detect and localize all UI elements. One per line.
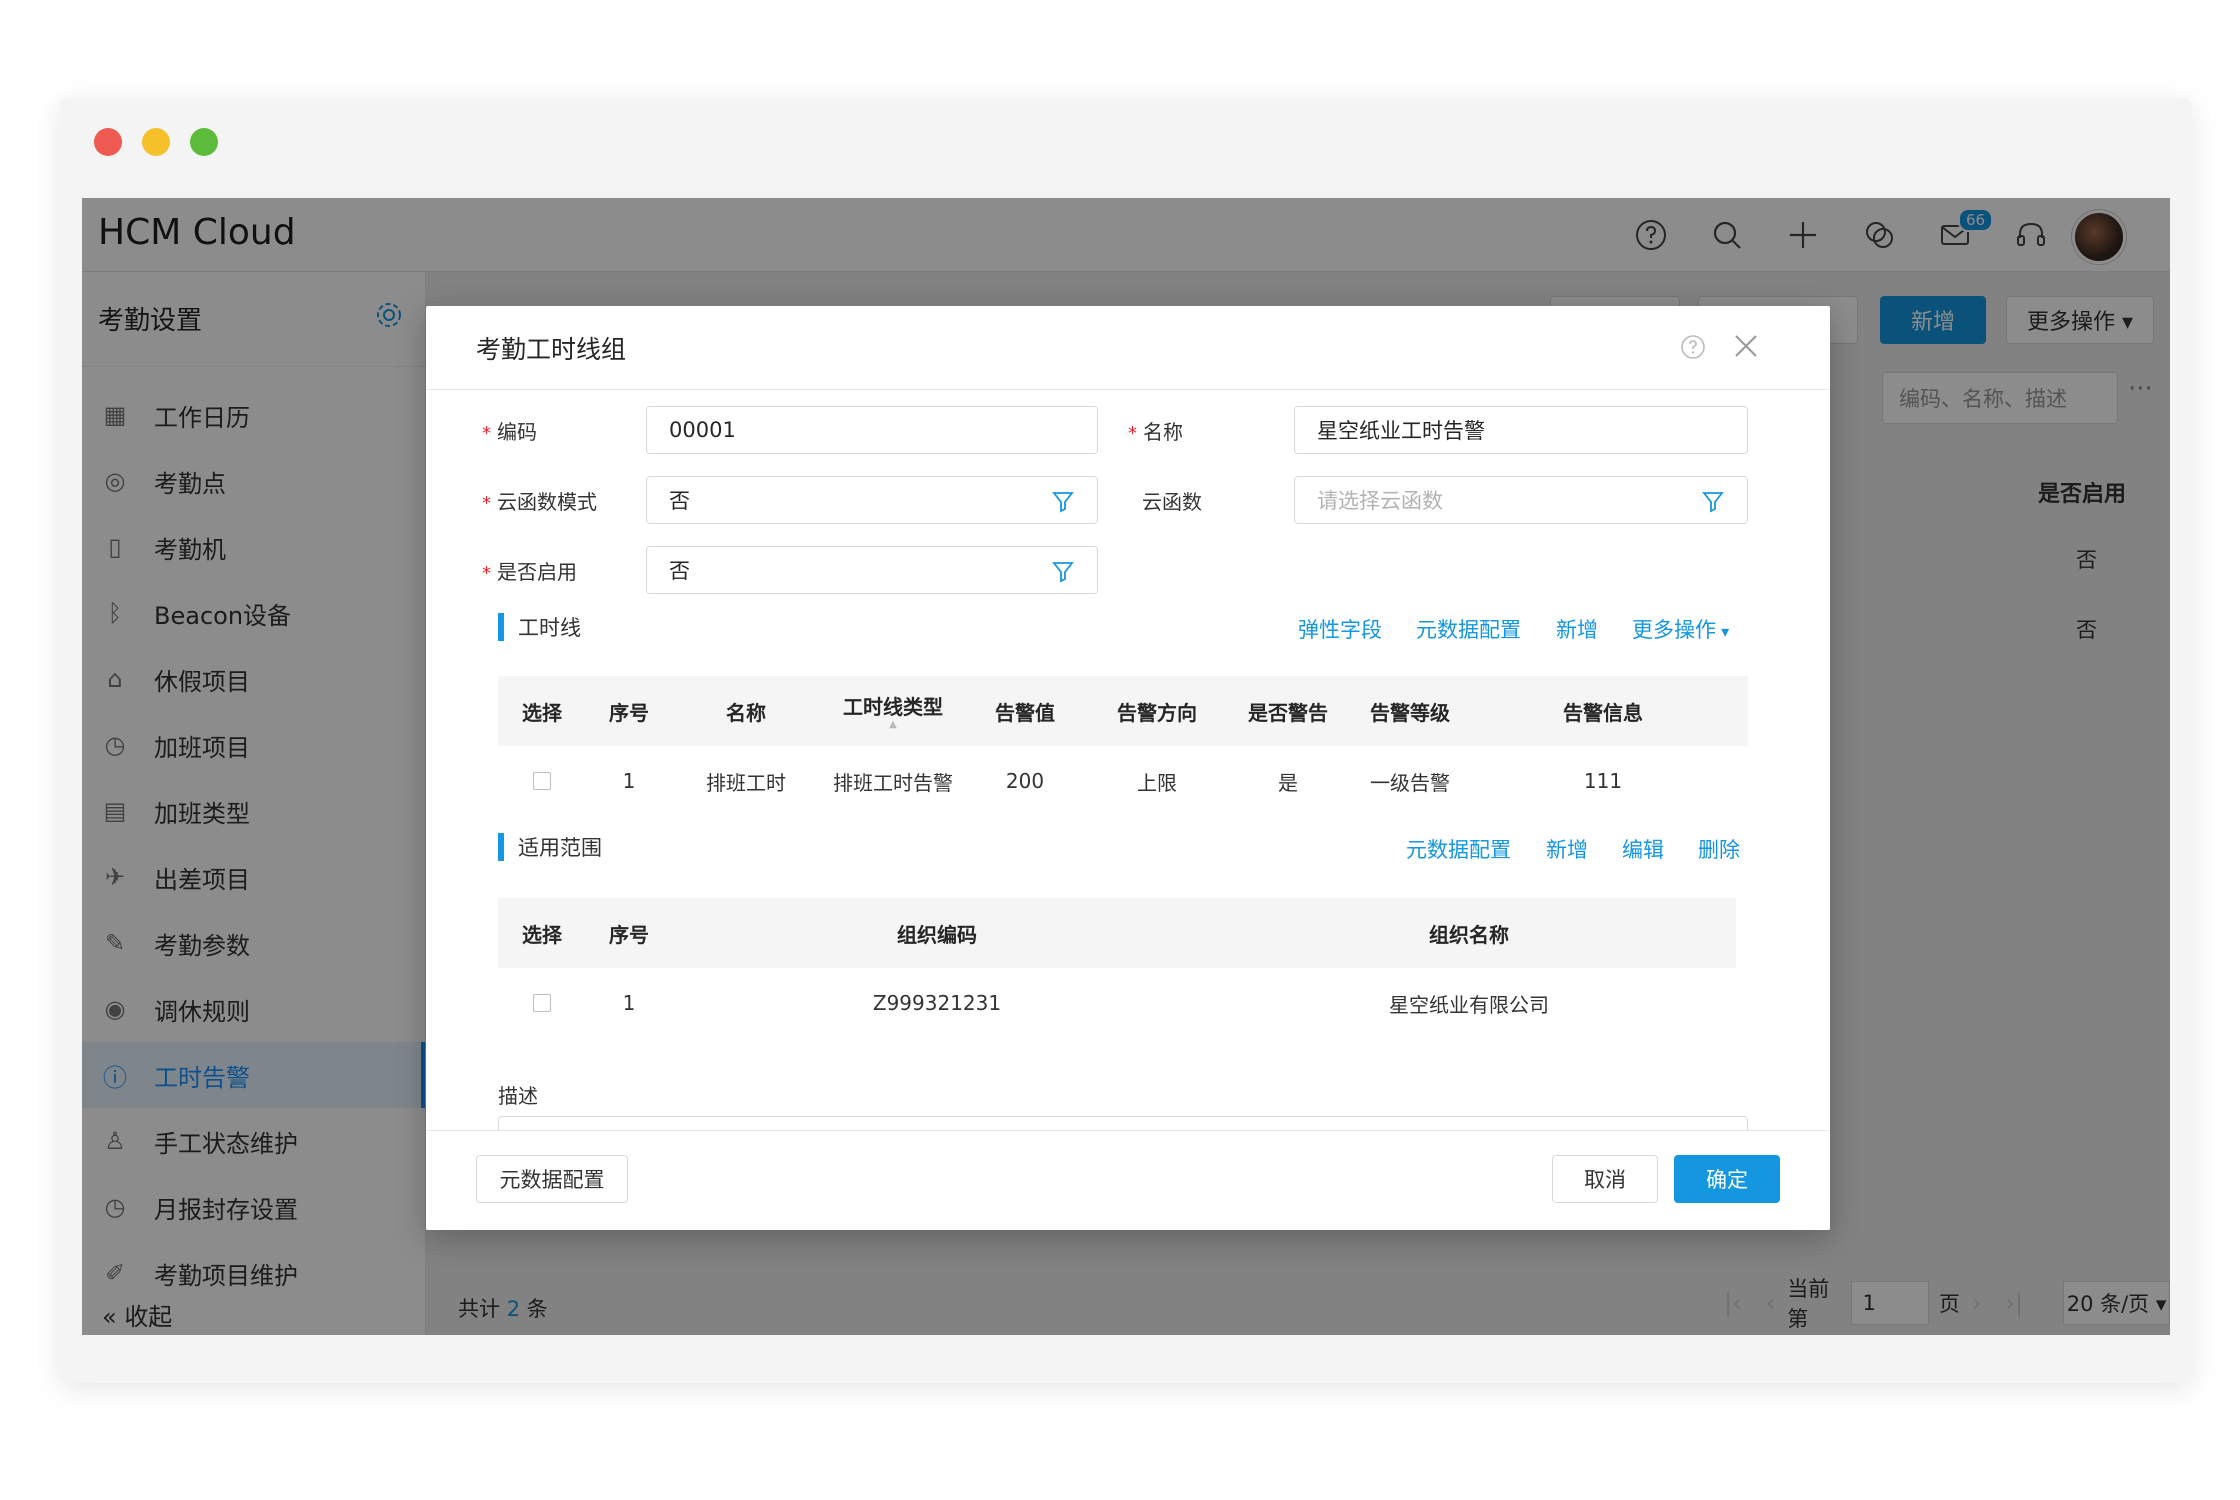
cloud-func-select[interactable]: 请选择云函数 <box>1294 476 1748 524</box>
row-checkbox[interactable] <box>533 772 551 790</box>
enabled-select[interactable]: 否 <box>646 546 1098 594</box>
enabled-value: 否 <box>669 559 690 583</box>
row-index: 1 <box>622 769 636 793</box>
col-alert-info: 告警信息 <box>1563 700 1643 725</box>
col-org-name: 组织名称 <box>1429 922 1509 947</box>
filter-icon[interactable] <box>1701 489 1725 513</box>
confirm-button[interactable]: 确定 <box>1674 1155 1780 1203</box>
scope-table: 选择 序号 组织编码 组织名称 1 Z999321231 星空纸业有限公司 <box>498 898 1736 1038</box>
code-input[interactable]: 00001 <box>646 406 1098 454</box>
filter-icon[interactable] <box>1051 489 1075 513</box>
col-select: 选择 <box>522 922 562 947</box>
cloud-mode-select[interactable]: 否 <box>646 476 1098 524</box>
row-level: 一级告警 <box>1370 770 1450 795</box>
worklines-table: 选择 序号 名称 工时线类型 ▲ 告警值 告警方向 是否警告 告警等级 告警信息 <box>498 676 1748 816</box>
description-textarea[interactable]: 1111 <box>498 1116 1748 1130</box>
row-org-name: 星空纸业有限公司 <box>1389 992 1549 1017</box>
name-input[interactable]: 星空纸业工时告警 <box>1294 406 1748 454</box>
cloud-mode-label-text: 云函数模式 <box>497 490 597 514</box>
code-value: 00001 <box>669 418 736 442</box>
name-label: * 名称 <box>1128 420 1183 444</box>
scope-section-title: 适用范围 <box>498 832 602 862</box>
scope-metadata-link[interactable]: 元数据配置 <box>1406 834 1511 864</box>
worklines-table-header: 选择 序号 名称 工时线类型 ▲ 告警值 告警方向 是否警告 告警等级 告警信息 <box>498 676 1748 746</box>
maximize-window-button[interactable] <box>190 128 218 156</box>
row-type: 排班工时告警 <box>833 770 953 795</box>
row-direction: 上限 <box>1137 770 1177 795</box>
app-viewport: HCM Cloud 66 考勤设置 ▦ 工作日历 ◎ 考勤点 ▯ 考勤机 ᛒ B… <box>82 198 2170 1335</box>
row-index: 1 <box>622 991 636 1015</box>
row-name: 排班工时 <box>706 770 786 795</box>
col-index: 序号 <box>609 700 649 725</box>
row-info: 111 <box>1583 769 1623 793</box>
flex-fields-link[interactable]: 弹性字段 <box>1298 614 1382 644</box>
sort-icon[interactable]: ▲ <box>820 719 966 730</box>
minimize-window-button[interactable] <box>142 128 170 156</box>
col-alert-level: 告警等级 <box>1370 700 1450 725</box>
col-workline-type-label: 工时线类型 <box>843 694 943 719</box>
col-index: 序号 <box>609 922 649 947</box>
modal-footer: 元数据配置 取消 确定 <box>426 1130 1830 1230</box>
row-org-code: Z999321231 <box>872 991 1002 1015</box>
worklines-add-link[interactable]: 新增 <box>1556 614 1598 644</box>
scope-add-link[interactable]: 新增 <box>1546 834 1588 864</box>
row-checkbox[interactable] <box>533 994 551 1012</box>
col-workline-type[interactable]: 工时线类型 ▲ <box>820 676 966 746</box>
row-warn: 是 <box>1278 770 1298 795</box>
workline-group-modal: 考勤工时线组 * 编码 00001 * 名称 星空纸业工时告警 * 云函数模式 否 云… <box>426 306 1830 1230</box>
worklines-metadata-link[interactable]: 元数据配置 <box>1416 614 1521 644</box>
scope-delete-link[interactable]: 删除 <box>1698 834 1740 864</box>
worklines-section-title: 工时线 <box>498 612 581 642</box>
col-is-warn: 是否警告 <box>1248 700 1328 725</box>
modal-title: 考勤工时线组 <box>476 335 627 364</box>
close-window-button[interactable] <box>94 128 122 156</box>
cancel-button[interactable]: 取消 <box>1552 1155 1658 1203</box>
col-alert-value: 告警值 <box>995 700 1055 725</box>
help-icon[interactable] <box>1680 334 1706 360</box>
cloud-func-label: 云函数 <box>1142 486 1202 515</box>
col-org-code: 组织编码 <box>897 922 977 947</box>
row-select-cell <box>498 746 586 816</box>
row-value: 200 <box>1005 769 1045 793</box>
enabled-label: * 是否启用 <box>482 560 577 584</box>
cloud-mode-label: * 云函数模式 <box>482 490 597 514</box>
cloud-func-placeholder: 请选择云函数 <box>1317 489 1443 513</box>
browser-window: HCM Cloud 66 考勤设置 ▦ 工作日历 ◎ 考勤点 ▯ 考勤机 ᛒ B… <box>60 98 2192 1383</box>
modal-body: * 编码 00001 * 名称 星空纸业工时告警 * 云函数模式 否 云函数 请选择云… <box>426 390 1830 1130</box>
scope-edit-link[interactable]: 编辑 <box>1622 834 1664 864</box>
col-name: 名称 <box>726 700 766 725</box>
cloud-mode-value: 否 <box>669 489 690 513</box>
filter-icon[interactable] <box>1051 559 1075 583</box>
enabled-label-text: 是否启用 <box>497 560 577 584</box>
code-label: * 编码 <box>482 420 537 444</box>
code-label-text: 编码 <box>497 420 537 444</box>
row-select-cell <box>498 968 586 1038</box>
metadata-config-button[interactable]: 元数据配置 <box>476 1155 628 1203</box>
cloud-func-label-text: 云函数 <box>1142 490 1202 514</box>
name-value: 星空纸业工时告警 <box>1317 419 1485 443</box>
col-select: 选择 <box>522 700 562 725</box>
close-icon[interactable] <box>1730 330 1762 362</box>
modal-header: 考勤工时线组 <box>426 306 1830 390</box>
description-label: 描述 <box>498 1084 538 1108</box>
scope-table-header: 选择 序号 组织编码 组织名称 <box>498 898 1736 968</box>
worklines-more-link[interactable]: 更多操作 <box>1632 614 1729 644</box>
name-label-text: 名称 <box>1143 420 1183 444</box>
col-alert-direction: 告警方向 <box>1117 700 1197 725</box>
